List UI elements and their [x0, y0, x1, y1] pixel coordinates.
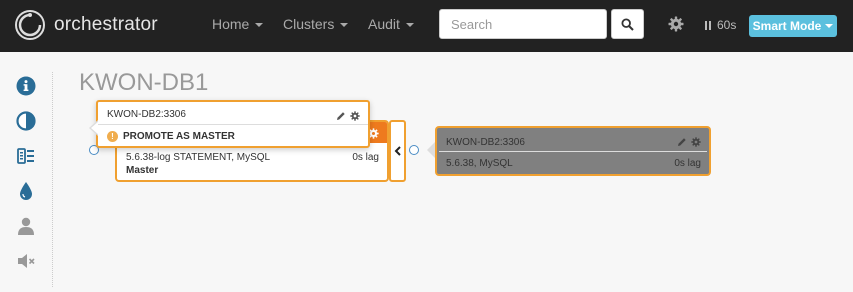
nav-clusters-label: Clusters — [283, 16, 335, 32]
nav-home[interactable]: Home — [212, 16, 264, 32]
top-navbar: orchestrator Home Clusters Audit 60s — [0, 0, 853, 52]
sidebar-user[interactable] — [15, 215, 37, 237]
smart-mode-label: Smart Mode — [752, 19, 822, 33]
sidebar-list[interactable] — [15, 145, 37, 167]
refresh-interval[interactable]: 60s — [705, 18, 736, 32]
orchestrator-logo-icon — [15, 10, 45, 40]
settings-button[interactable] — [668, 16, 684, 37]
gear-icon — [691, 137, 701, 147]
user-icon — [18, 217, 34, 235]
nav-clusters[interactable]: Clusters — [283, 16, 349, 32]
popover-divider — [98, 124, 368, 125]
replica-settings-button[interactable] — [691, 134, 701, 152]
volume-off-icon — [18, 254, 35, 268]
replica-lag: 0s lag — [674, 158, 701, 169]
pencil-icon — [337, 112, 345, 120]
master-lag: 0s lag — [352, 152, 379, 163]
node-popover: KWON-DB2:3306 ! PROMOTE AS MASTER — [89, 100, 370, 148]
nav-audit[interactable]: Audit — [368, 16, 414, 32]
chevron-down-icon — [340, 23, 349, 28]
info-icon — [16, 76, 36, 96]
smart-mode-button[interactable]: Smart Mode — [749, 15, 837, 37]
chevron-down-icon — [405, 23, 414, 28]
sidebar-contrast[interactable] — [15, 110, 37, 132]
popover-title: KWON-DB2:3306 — [107, 109, 186, 120]
pencil-icon — [678, 138, 686, 146]
chevron-down-icon — [825, 24, 834, 28]
collapse-replicas-button[interactable] — [389, 120, 406, 182]
cluster-title: KWON-DB1 — [79, 69, 209, 96]
promote-as-master-label: PROMOTE AS MASTER — [123, 131, 235, 142]
brand[interactable]: orchestrator — [14, 8, 158, 42]
sidebar-tint[interactable] — [15, 180, 37, 202]
pause-icon — [705, 20, 707, 30]
replica-node[interactable]: KWON-DB2:3306 5.6.38, MySQL 0s lag — [435, 126, 711, 176]
replica-title: KWON-DB2:3306 — [446, 137, 525, 148]
replica-version-info: 5.6.38, MySQL — [446, 158, 513, 169]
pause-icon — [709, 20, 711, 30]
promote-as-master-action[interactable]: ! PROMOTE AS MASTER — [107, 131, 235, 142]
gear-icon — [668, 16, 684, 32]
chevron-left-icon — [394, 146, 401, 156]
sidebar-info[interactable] — [15, 75, 37, 97]
replica-tools — [677, 134, 701, 152]
search-icon — [621, 17, 634, 31]
chevron-down-icon — [255, 23, 264, 28]
nav-home-label: Home — [212, 16, 250, 32]
contrast-icon — [16, 111, 36, 131]
search-input[interactable] — [439, 9, 607, 39]
search-button[interactable] — [611, 9, 644, 39]
warning-icon: ! — [107, 131, 118, 142]
replica-connector-dot[interactable] — [409, 145, 419, 155]
refresh-interval-label: 60s — [717, 18, 737, 32]
replica-divider — [439, 151, 707, 152]
replica-edit-button[interactable] — [677, 134, 687, 152]
master-version-info: 5.6.38-log STATEMENT, MySQL — [126, 152, 271, 163]
list-icon — [17, 148, 34, 164]
brand-name: orchestrator — [54, 14, 158, 35]
master-role: Master — [126, 165, 159, 176]
sidebar-mute[interactable] — [15, 250, 37, 272]
replica-pointer-arrow — [427, 142, 435, 158]
gear-icon — [350, 111, 360, 121]
sidebar-divider — [52, 72, 53, 287]
tint-icon — [20, 182, 32, 200]
nav-audit-label: Audit — [368, 16, 400, 32]
